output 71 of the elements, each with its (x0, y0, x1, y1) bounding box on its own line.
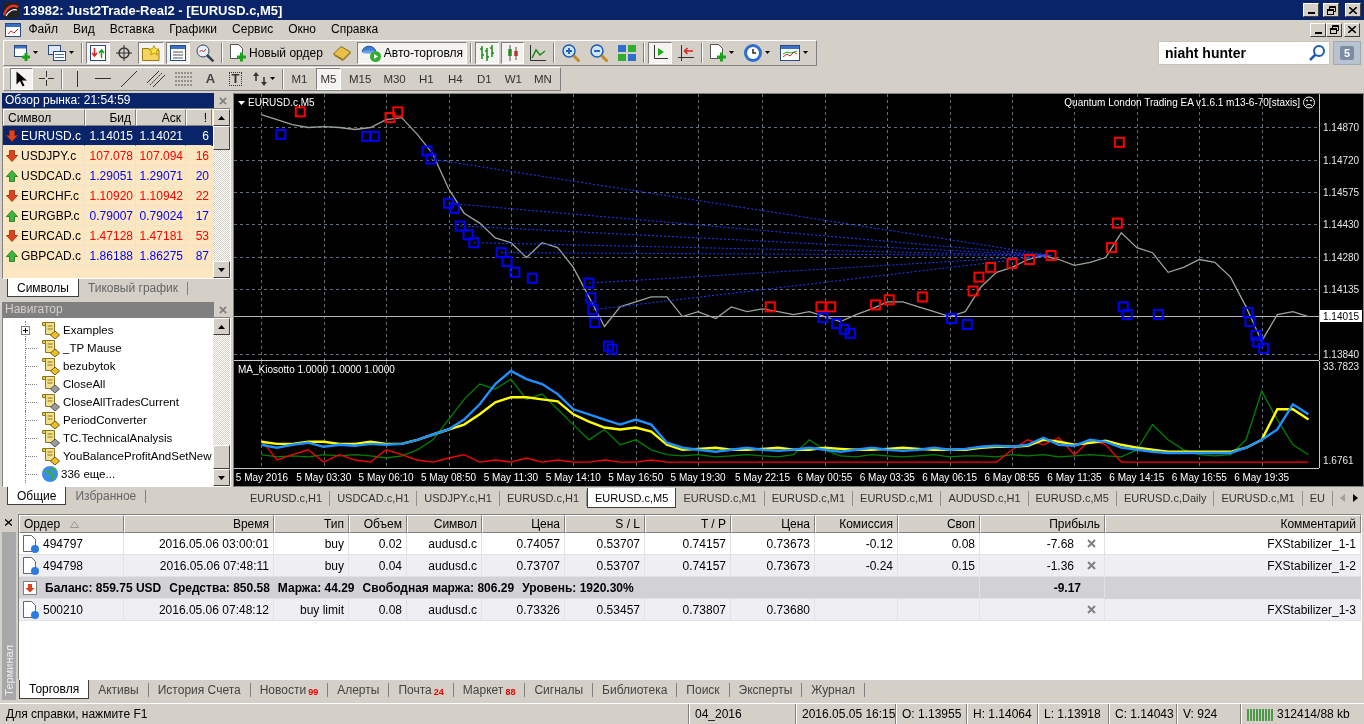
scale-label: 1.14870 (1323, 122, 1360, 134)
scale-label: 1.14280 (1323, 252, 1360, 264)
current-price-label: 1.14015 (1320, 310, 1362, 322)
symbol-name: EURUSD.c (21, 128, 81, 143)
window-title: 13982: Just2Trade-Real2 - [EURUSD.c,M5] (23, 2, 284, 18)
traffic-counter: 312414/88 kb (1277, 707, 1350, 721)
scale-label: 1.14430 (1323, 219, 1360, 231)
status-field: O: 1.13955 (895, 704, 966, 724)
time-label: 6 May 16:55 (1171, 472, 1227, 483)
profit-value: -7.68 (1046, 536, 1074, 551)
order-number: 494798 (43, 558, 84, 573)
order-comment: FXStabilizer_1-3 (1105, 599, 1361, 621)
stop-loss: 0.53457 (565, 599, 645, 621)
order-time: 2016.05.06 07:48:12 (124, 599, 274, 621)
panel-title: Обзор рынка: 21:54:59 (2, 93, 214, 108)
time-label: 5 May 11:30 (483, 472, 539, 483)
symbol-name: USDCAD.c (21, 168, 81, 183)
time-label: 5 May 08:50 (421, 472, 477, 483)
status-field: 04_2016 (688, 704, 795, 724)
time-label: 5 May 19:30 (670, 472, 726, 483)
order-volume: 0.08 (349, 599, 407, 621)
time-label: 6 May 08:55 (984, 472, 1040, 483)
panel-title: Навигатор (2, 302, 214, 317)
chart-title: EURUSD.c,M5 (248, 97, 315, 108)
time-label: 5 May 22:15 (734, 472, 790, 483)
status-field: C: 1.14043 (1108, 704, 1176, 724)
symbol-name: EURCHF.c (21, 188, 79, 203)
time-label: 6 May 06:15 (922, 472, 978, 483)
scale-label: 1.14135 (1323, 284, 1360, 296)
symbol-name: USDJPY.c (21, 148, 77, 163)
current-price: 0.73680 (731, 599, 815, 621)
account-summary: Баланс: 859.75 USD (45, 580, 162, 595)
time-label: 5 May 03:30 (296, 472, 352, 483)
time-label: 5 May 06:10 (358, 472, 414, 483)
order-number: 500210 (43, 602, 84, 617)
account-summary: Свободная маржа: 806.29 (362, 580, 515, 595)
open-price: 0.73326 (482, 599, 565, 621)
time-label: 5 May 16:50 (608, 472, 664, 483)
status-field: 2016.05.05 16:15 (795, 704, 895, 724)
time-label: 6 May 19:35 (1234, 472, 1290, 483)
help-hint: Для справки, нажмите F1 (5, 706, 149, 723)
account-summary: Маржа: 44.29 (277, 580, 355, 595)
profit-value: -1.36 (1046, 558, 1074, 573)
unread-count: 88 (505, 688, 516, 697)
panel-title: Терминал (2, 645, 15, 696)
time-label: 5 May 14:10 (545, 472, 601, 483)
expert-name: Quantum London Trading EA v1.6.1 m13-6-70[staxis] (1064, 97, 1300, 108)
time-label: 6 May 14:15 (1109, 472, 1165, 483)
time-label: 6 May 03:35 (859, 472, 915, 483)
time-label: 6 May 11:35 (1047, 472, 1102, 483)
order-number: 494797 (43, 536, 84, 551)
indicator-title: MA_Kiosotto 1.0000 1.0000 1.0000 (238, 364, 395, 375)
take-profit: 0.73807 (645, 599, 731, 621)
status-field: H: 1.14064 (966, 704, 1037, 724)
account-summary: Уровень: 1920.30% (522, 580, 634, 595)
status-field: L: 1.13918 (1037, 704, 1108, 724)
scale-label: 1.14720 (1323, 155, 1360, 167)
symbol-name: EURGBP.c (21, 208, 80, 223)
status-field: V: 924 (1176, 704, 1240, 724)
symbol-name: EURCAD.c (21, 228, 81, 243)
unread-count: 24 (433, 688, 444, 697)
account-summary: Средства: 850.58 (169, 580, 270, 595)
scale-label: 1.6761 (1323, 455, 1354, 467)
scale-label: 33.7823 (1323, 361, 1360, 372)
scale-label: 1.14575 (1323, 187, 1360, 199)
time-label: 5 May 2016 (235, 472, 289, 483)
symbol-name: GBPCAD.c (21, 248, 81, 263)
order-type: buy limit (274, 599, 349, 621)
scale-label: 1.13840 (1323, 349, 1360, 361)
time-label: 6 May 00:55 (797, 472, 853, 483)
unread-count: 99 (308, 688, 319, 697)
